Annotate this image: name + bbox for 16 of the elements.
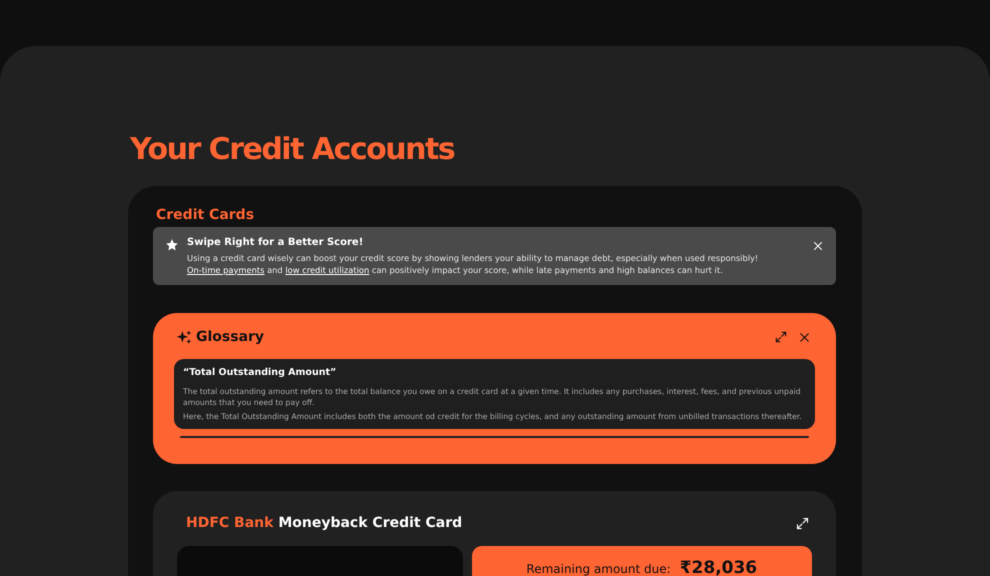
close-icon[interactable] xyxy=(812,240,824,252)
tip-text: Using a credit card wisely can boost your credit score by showing lenders your ability to manage debt, especially when used responsibly! On-time payments and low credit utilization can positively impact your score, while late payments and high balances can hurt it. xyxy=(187,253,760,276)
glossary-title: Glossary xyxy=(196,328,264,346)
term-title: “Total Outstanding Amount” xyxy=(183,366,336,379)
sparkles-icon xyxy=(176,328,193,346)
tip-link[interactable]: On-time payments xyxy=(187,264,264,274)
star-icon xyxy=(165,238,179,252)
due-label: Remaining amount due: xyxy=(526,561,671,576)
expand-icon[interactable] xyxy=(774,330,788,344)
due-amount: ₹28,036 xyxy=(680,557,758,576)
close-icon[interactable] xyxy=(798,330,811,344)
tip-title: Swipe Right for a Better Score! xyxy=(187,236,364,250)
section-title: Credit Cards xyxy=(156,206,254,224)
tip-link[interactable]: low credit utilization xyxy=(285,264,370,274)
card-title: HDFC Bank Moneyback Credit Card xyxy=(186,514,462,532)
page-title: Your Credit Accounts xyxy=(130,131,454,169)
